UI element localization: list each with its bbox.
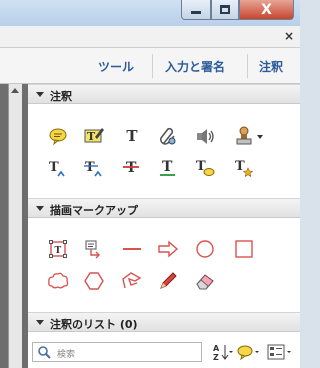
tab-divider	[247, 54, 248, 78]
rectangle-icon[interactable]	[232, 237, 256, 261]
attach-file-icon[interactable]	[156, 124, 180, 148]
strikethrough-icon[interactable]: T	[120, 156, 144, 180]
search-placeholder: 検索	[57, 350, 76, 360]
cloud-icon[interactable]	[46, 269, 70, 293]
callout-icon[interactable]	[82, 237, 106, 261]
document-scrollbar[interactable]	[8, 84, 22, 368]
comment-search-input[interactable]: 検索	[32, 342, 202, 362]
comment-filter-icon[interactable]	[236, 342, 260, 362]
collapse-triangle-icon	[36, 92, 44, 97]
maximize-button[interactable]	[211, 0, 239, 20]
polygon-icon[interactable]	[82, 269, 106, 293]
oval-icon[interactable]	[193, 237, 217, 261]
svg-text:T: T	[126, 160, 137, 176]
collapse-triangle-icon	[36, 206, 44, 211]
tab-comment[interactable]: 注釈	[259, 58, 283, 75]
comment-list-title: 注釈のリスト (0)	[50, 318, 138, 331]
close-icon: X	[261, 1, 272, 18]
drawing-section-title: 描画マークアップ	[50, 204, 138, 217]
annotations-section-header[interactable]: 注釈	[28, 84, 300, 104]
arrow-icon[interactable]	[156, 237, 180, 261]
highlight-text-icon[interactable]: T	[82, 124, 106, 148]
document-area	[0, 84, 28, 368]
panel-close-strip: ×	[0, 26, 300, 48]
svg-text:T: T	[235, 159, 245, 174]
svg-text:T: T	[162, 159, 173, 175]
minimize-button[interactable]	[181, 0, 211, 20]
svg-text:T: T	[55, 246, 62, 256]
search-icon	[37, 345, 51, 362]
line-icon[interactable]	[120, 237, 144, 261]
text-star-icon[interactable]: T	[232, 156, 256, 180]
close-panel-button[interactable]: ×	[284, 29, 294, 43]
svg-text:A: A	[213, 344, 220, 353]
insert-text-icon[interactable]: T	[46, 156, 70, 180]
pane-tabs: ツール 入力と署名 注釈	[0, 48, 300, 84]
drawing-section-header[interactable]: 描画マークアップ	[28, 198, 300, 218]
sticky-note-icon[interactable]	[46, 124, 70, 148]
tab-divider	[152, 54, 153, 78]
tab-fill-sign[interactable]: 入力と署名	[165, 58, 225, 75]
stamp-icon[interactable]	[232, 124, 256, 148]
eraser-icon[interactable]	[193, 269, 217, 293]
comment-panel: 注釈 T T T T T T T T 描画マークアップ T 注釈のリスト (0)…	[28, 84, 300, 368]
pencil-icon[interactable]	[156, 269, 180, 293]
window-title-bar: X	[0, 0, 300, 26]
scroll-up-icon[interactable]	[11, 88, 19, 93]
svg-text:T: T	[49, 160, 59, 175]
text-box-icon[interactable]: T	[46, 237, 70, 261]
close-window-button[interactable]: X	[239, 0, 294, 20]
annotations-section-title: 注釈	[50, 90, 72, 103]
underline-icon[interactable]: T	[156, 156, 180, 180]
sort-icon[interactable]: AZ	[212, 342, 234, 362]
svg-text:T: T	[87, 130, 96, 143]
add-text-icon[interactable]: T	[120, 124, 144, 148]
replace-text-icon[interactable]: T	[82, 156, 106, 180]
minimize-icon	[191, 11, 201, 14]
tab-tools[interactable]: ツール	[98, 58, 134, 75]
stamp-dropdown-icon[interactable]	[257, 135, 263, 139]
comment-list-section-header[interactable]: 注釈のリスト (0)	[28, 312, 300, 332]
maximize-icon	[220, 5, 230, 14]
svg-text:T: T	[85, 160, 95, 175]
connected-lines-icon[interactable]	[120, 269, 144, 293]
text-comment-icon[interactable]: T	[193, 156, 217, 180]
svg-text:Z: Z	[213, 353, 219, 362]
record-audio-icon[interactable]	[193, 124, 217, 148]
list-options-icon[interactable]	[266, 342, 294, 362]
collapse-triangle-icon	[36, 320, 44, 325]
